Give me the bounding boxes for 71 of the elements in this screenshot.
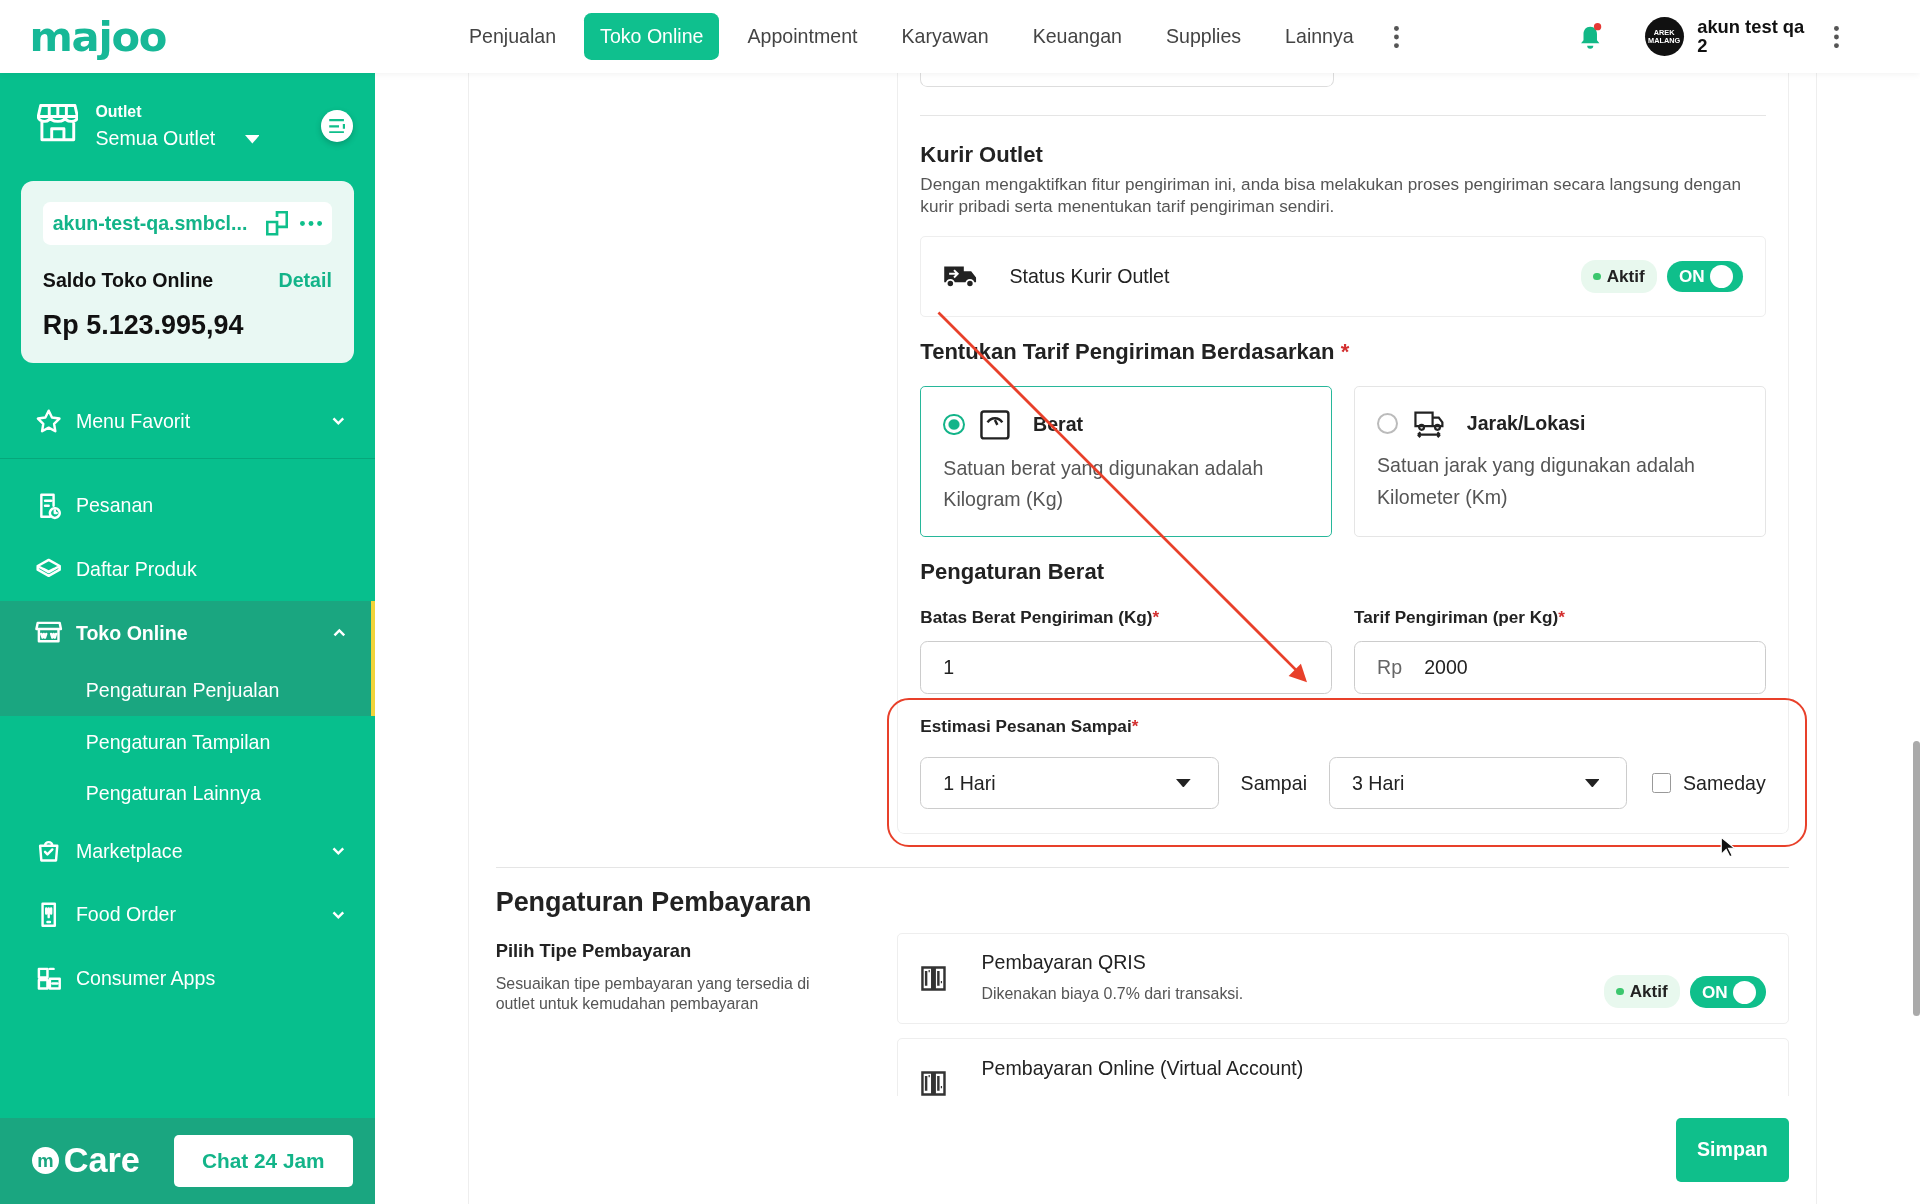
sidebar-item[interactable]: Toko Online — [0, 601, 375, 665]
nav-tab[interactable]: Supplies — [1150, 13, 1257, 61]
field-label: Estimasi Pesanan Sampai* — [920, 716, 1140, 738]
checkbox[interactable] — [1651, 773, 1671, 793]
nav-tab[interactable]: Toko Online — [584, 13, 720, 61]
status-label: Status Kurir Outlet — [1009, 265, 1171, 288]
subsection-description: Sesuaikan tipe pembayaran yang tersedia di outlet untuk kemudahan pembayaran — [495, 973, 811, 1015]
user-name[interactable]: akun test qa 2 — [1697, 18, 1810, 56]
option-card[interactable]: Jarak/Lokasi Satuan jarak yang digunakan adalah Kilometer (Km) — [1354, 385, 1766, 538]
toggle-switch[interactable]: ON — [1689, 976, 1766, 1009]
status-badge: Aktif — [1581, 259, 1657, 294]
menu-icon[interactable] — [328, 118, 346, 134]
radio-button[interactable] — [1377, 412, 1399, 434]
sidebar-subitem[interactable]: Pengaturan Penjualan — [0, 664, 375, 717]
sidebar-item[interactable]: Marketplace — [0, 819, 375, 883]
caret-icon[interactable] — [1584, 778, 1600, 788]
more-icon[interactable] — [1834, 25, 1840, 48]
section-description: Dengan mengaktifkan fitur pengiriman ini, anda bisa melakukan proses pengiriman secara langsung dengan kurir pribadi serta menentukan tarif pengiriman sendiri. — [920, 172, 1742, 217]
toggle-switch[interactable]: ON — [1666, 260, 1743, 293]
outlet-selector[interactable]: Semua Outlet — [95, 126, 216, 150]
nav-tab[interactable]: Appointment — [731, 13, 874, 61]
care-logo-mark: m — [31, 1147, 59, 1175]
cursor-icon — [1720, 836, 1736, 859]
scrollbar[interactable] — [1912, 740, 1920, 1017]
dropdown[interactable]: 3 Hari — [1329, 756, 1628, 810]
payment-method-name: Pembayaran QRIS — [981, 951, 1147, 975]
nav-tab[interactable]: Lainnya — [1269, 13, 1370, 61]
nav-tab[interactable]: Penjualan — [453, 13, 572, 61]
store-url-field[interactable]: akun-test-qa.smbcl... — [42, 202, 332, 245]
nav-tab[interactable]: Karyawan — [885, 13, 1005, 61]
truck-icon — [943, 264, 978, 289]
sidebar-item[interactable]: Pesanan — [0, 473, 375, 538]
section-title: Pengaturan Berat — [920, 559, 1105, 586]
caret-icon[interactable] — [1175, 778, 1191, 788]
nav-tab[interactable]: Keuangan — [1016, 13, 1138, 61]
sidebar-item[interactable]: Menu Favorit — [0, 389, 375, 454]
balance-label: Saldo Toko Online — [42, 269, 214, 293]
field-label: Tarif Pengiriman (per Kg)* — [1354, 607, 1566, 629]
sidebar-subitem[interactable]: Pengaturan Lainnya — [0, 767, 375, 820]
sidebar-subitem[interactable]: Pengaturan Tampilan — [0, 716, 375, 768]
input-field[interactable]: Rp 2000 — [1354, 640, 1766, 695]
range-separator: Sampai — [1240, 771, 1307, 795]
chat-button[interactable]: Chat 24 Jam — [173, 1135, 353, 1187]
sidebar-item[interactable]: Daftar Produk — [0, 537, 375, 602]
sidebar-item[interactable]: Consumer Apps — [0, 946, 375, 1011]
section-title: Pengaturan Pembayaran — [495, 887, 813, 919]
section-title: Kurir Outlet — [920, 141, 1044, 168]
balance-amount: Rp 5.123.995,94 — [42, 309, 245, 341]
subsection-title: Pilih Tipe Pembayaran — [495, 940, 693, 963]
input-field[interactable]: 1 — [920, 640, 1332, 695]
payment-method-description: Dikenakan biaya 0.7% dari transaksi. — [981, 985, 1245, 1004]
dropdown[interactable]: 1 Hari — [920, 756, 1219, 810]
more-icon[interactable] — [1394, 25, 1399, 48]
scale-icon — [979, 408, 1011, 441]
radio-button[interactable] — [943, 413, 965, 436]
store-icon — [36, 102, 79, 143]
status-badge: Aktif — [1604, 974, 1680, 1009]
qr-code-icon — [920, 964, 948, 992]
checkbox-label[interactable]: Sameday — [1683, 771, 1766, 795]
save-button[interactable]: Simpan — [1676, 1117, 1789, 1182]
outlet-label: Outlet — [95, 102, 143, 121]
detail-link[interactable]: Detail — [278, 269, 332, 293]
logo[interactable]: majoo — [29, 15, 454, 58]
care-logo: Care — [63, 1141, 140, 1181]
copy-icon[interactable] — [265, 211, 288, 236]
field-label: Batas Berat Pengiriman (Kg)* — [920, 607, 1161, 629]
input-field[interactable] — [920, 73, 1334, 87]
payment-method-name: Pembayaran Online (Virtual Account) — [981, 1056, 1305, 1080]
collapse-menu-button[interactable] — [320, 110, 353, 143]
user-avatar[interactable]: AREK MALANG — [1644, 17, 1684, 57]
sidebar-item[interactable]: Food Order — [0, 882, 375, 947]
